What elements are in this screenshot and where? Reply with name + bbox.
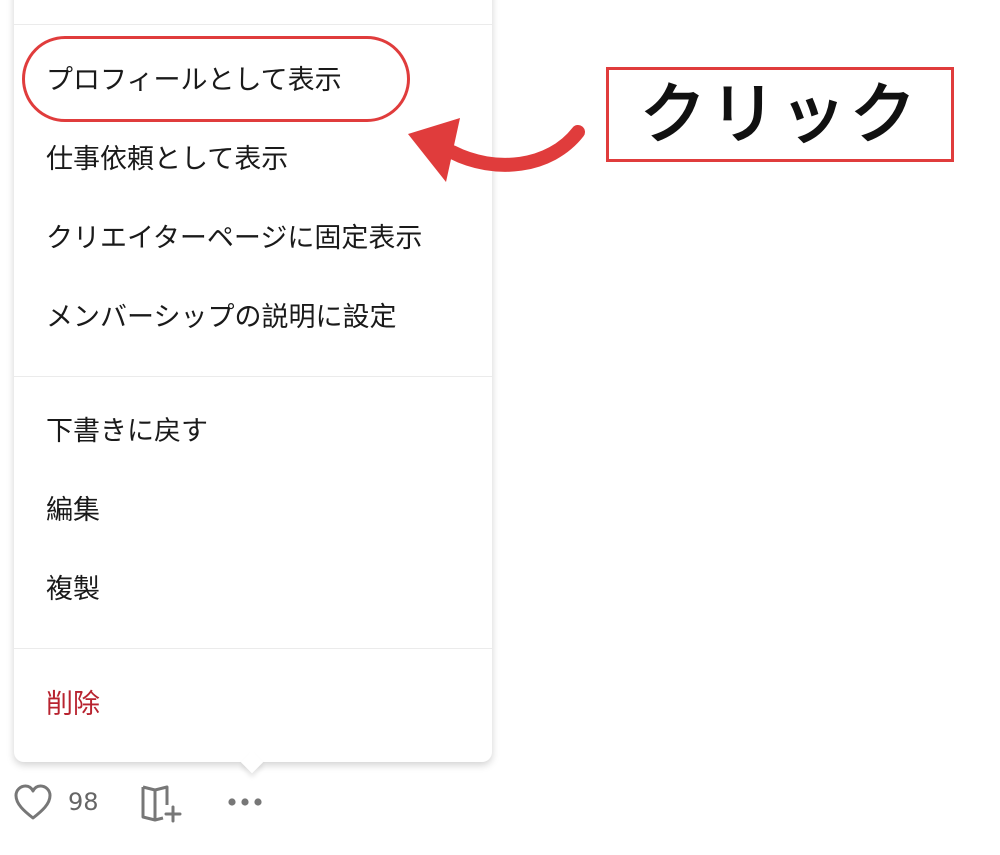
more-horizontal-icon[interactable] xyxy=(227,796,263,808)
menu-divider-top xyxy=(14,24,492,25)
menu-item-delete[interactable]: 削除 xyxy=(46,685,100,725)
menu-item-pin-to-creator-page[interactable]: クリエイターページに固定表示 xyxy=(46,219,422,259)
click-callout: クリック xyxy=(606,67,954,162)
menu-item-duplicate[interactable]: 複製 xyxy=(46,570,100,610)
menu-divider-2 xyxy=(14,648,492,649)
menu-item-set-membership-description[interactable]: メンバーシップの説明に設定 xyxy=(46,298,396,338)
callout-text: クリック xyxy=(640,75,920,153)
menu-item-edit[interactable]: 編集 xyxy=(46,491,100,531)
screen: プロフィールとして表示 仕事依頼として表示 クリエイターページに固定表示 メンバ… xyxy=(0,0,1000,855)
menu-item-show-as-job-request[interactable]: 仕事依頼として表示 xyxy=(46,140,288,180)
menu-item-show-as-profile[interactable]: プロフィールとして表示 xyxy=(46,61,342,101)
article-action-bar: 98 xyxy=(12,778,263,826)
menu-item-revert-to-draft[interactable]: 下書きに戻す xyxy=(46,412,208,452)
menu-caret xyxy=(240,750,264,774)
curved-arrow-icon xyxy=(408,118,585,182)
like-count: 98 xyxy=(68,788,99,816)
heart-icon[interactable] xyxy=(12,782,54,822)
book-add-icon[interactable] xyxy=(139,781,185,823)
menu-divider-1 xyxy=(14,376,492,377)
